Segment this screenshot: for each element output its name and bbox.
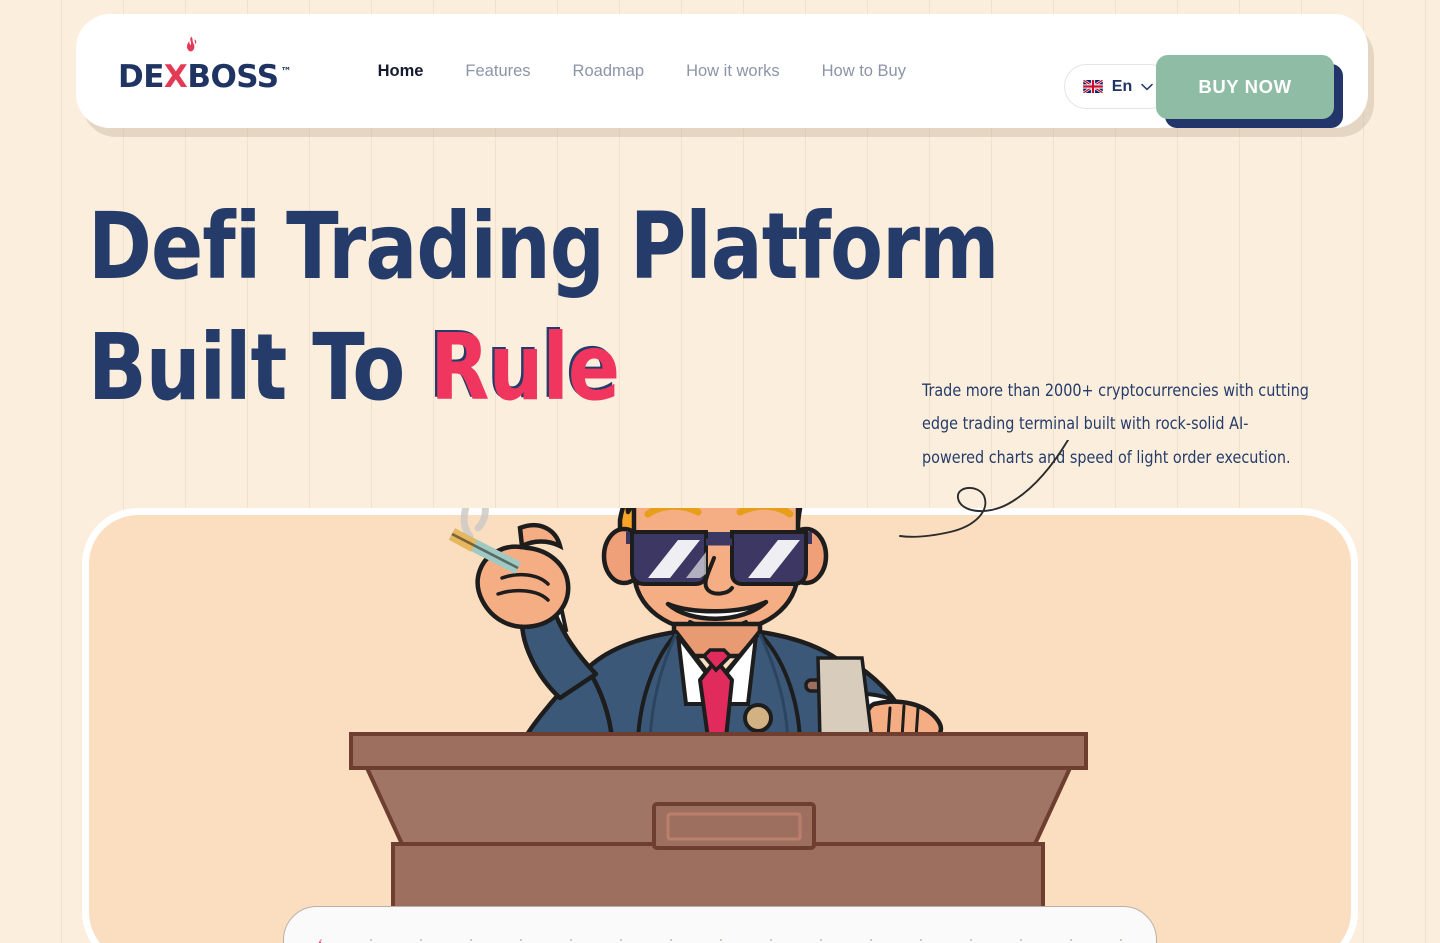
buy-now-button[interactable]: BUY NOW xyxy=(1156,55,1334,119)
flame-icon xyxy=(186,36,197,52)
logo-text-x: X xyxy=(163,59,188,95)
brand-logo[interactable]: DE X BOSS ™ xyxy=(118,36,292,95)
next-section-card xyxy=(283,906,1157,943)
landing-page: DE X BOSS ™ Home Features Roadmap How it w… xyxy=(0,0,1440,943)
chevron-down-icon xyxy=(1141,83,1154,90)
headline-line-1: Defi Trading Platform xyxy=(88,193,999,300)
dotted-grid-pattern xyxy=(284,907,1156,943)
logo-text-de: DE xyxy=(118,59,164,95)
hair-sweep xyxy=(625,508,809,515)
headline-line-2: Built To Rule xyxy=(88,307,998,428)
nav-item-how-it-works[interactable]: How it works xyxy=(686,56,780,87)
nav-item-home[interactable]: Home xyxy=(378,56,424,87)
language-label: En xyxy=(1111,77,1133,95)
spark-icon xyxy=(318,940,322,943)
nav-item-features[interactable]: Features xyxy=(465,56,530,87)
logo-trademark: ™ xyxy=(280,65,292,78)
headline-accent-word: Rule xyxy=(430,314,620,422)
headline-prefix: Built To xyxy=(88,314,431,422)
hero-stage-panel xyxy=(82,508,1358,943)
page-title: Defi Trading Platform Built To Rule xyxy=(88,186,999,429)
uk-flag-icon xyxy=(1082,80,1103,93)
nav-item-how-to-buy[interactable]: How to Buy xyxy=(822,56,906,87)
header-navbar: DE X BOSS ™ Home Features Roadmap How it w… xyxy=(76,14,1368,128)
buy-now-container: BUY NOW xyxy=(1156,55,1343,128)
nav-item-roadmap[interactable]: Roadmap xyxy=(573,56,645,87)
main-navigation: Home Features Roadmap How it works How t… xyxy=(378,56,906,87)
curly-arrow-icon xyxy=(899,440,1069,538)
logo-text-boss: BOSS xyxy=(187,59,279,95)
